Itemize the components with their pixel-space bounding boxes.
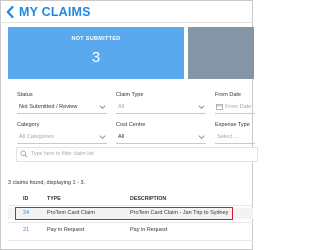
from-date-input[interactable]: From Date [215, 101, 255, 114]
cost-centre-label: Cost Centre [116, 122, 146, 128]
tile-count: 3 [91, 49, 101, 66]
summary-tile-secondary[interactable] [188, 27, 254, 79]
calendar-icon [216, 103, 223, 110]
status-value: Not Submitted / Review [19, 104, 78, 110]
cost-centre-select[interactable]: All [116, 131, 206, 144]
table-row[interactable]: 21 Pay in Request Pay in Request [8, 225, 253, 236]
column-id[interactable]: ID [23, 196, 28, 202]
from-date-placeholder: From Date [225, 104, 252, 110]
results-summary: 3 claims found, displaying 1 - 3. [8, 180, 86, 186]
tile-label: NOT SUBMITTED [71, 36, 121, 42]
claim-type-value: All [118, 104, 125, 110]
claim-type-select[interactable]: All [116, 101, 206, 114]
row-rule [8, 240, 253, 241]
category-label: Category [17, 122, 40, 128]
search-input[interactable] [31, 149, 251, 159]
row-rule [8, 222, 253, 223]
chevron-down-icon [99, 105, 106, 109]
expense-type-label: Expense Type [215, 122, 250, 128]
header-divider [0, 22, 253, 23]
claim-search[interactable] [16, 147, 258, 162]
chevron-down-icon [99, 135, 106, 139]
search-icon [20, 150, 28, 158]
claim-id-link[interactable]: 21 [23, 225, 29, 236]
not-submitted-tile[interactable]: NOT SUBMITTED 3 [8, 27, 184, 79]
status-label: Status [17, 92, 33, 98]
category-value: All Categories [19, 134, 54, 140]
chevron-down-icon [198, 135, 205, 139]
page-title: MY CLAIMS [19, 5, 91, 19]
claim-type: Pay in Request [47, 227, 85, 233]
category-select[interactable]: All Categories [17, 131, 107, 144]
status-select[interactable]: Not Submitted / Review [17, 101, 107, 114]
expense-type-select[interactable]: Select ... [215, 131, 255, 144]
claim-type-label: Claim Type [116, 92, 144, 98]
row-highlight-box [15, 207, 233, 220]
from-date-label: From Date [215, 92, 241, 98]
expense-type-value: Select ... [217, 134, 239, 140]
page-header: MY CLAIMS [4, 3, 91, 21]
cost-centre-value: All [118, 134, 125, 140]
column-description[interactable]: DESCRIPTION [130, 196, 166, 202]
chevron-down-icon [198, 105, 205, 109]
chevron-left-icon[interactable] [4, 4, 16, 20]
claim-description: Pay in Request [130, 227, 168, 233]
header-rule [8, 205, 253, 206]
column-type[interactable]: TYPE [47, 196, 61, 202]
